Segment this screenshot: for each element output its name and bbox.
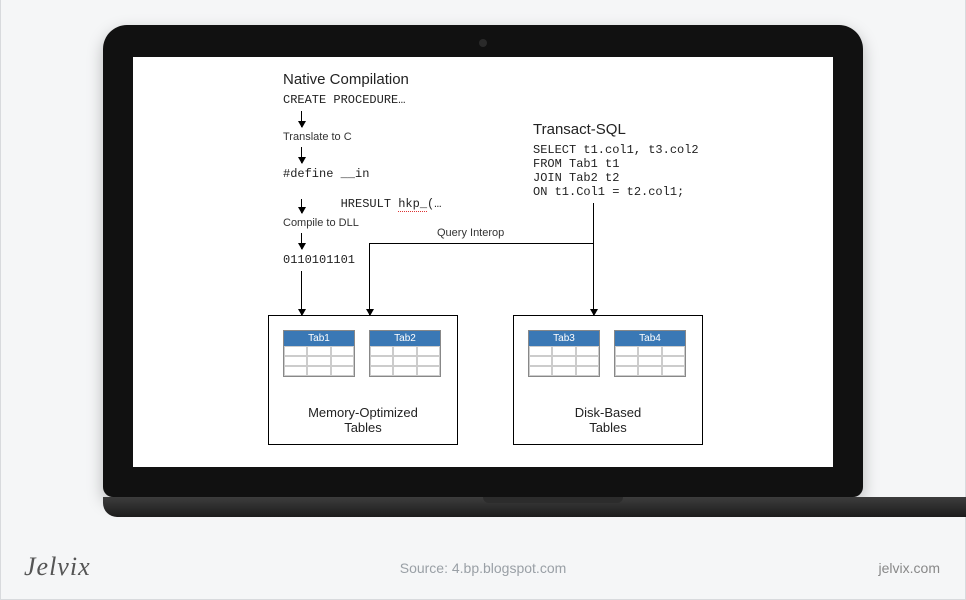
disk-title-line2: Tables (589, 420, 627, 435)
tab2-header: Tab2 (370, 331, 440, 346)
tab4-mini-table: Tab4 (614, 330, 686, 377)
compile-to-dll-label: Compile to DLL (283, 217, 359, 229)
native-compilation-heading: Native Compilation (283, 71, 409, 88)
disk-based-group: Tab3 Tab4 Disk-Based (513, 315, 703, 445)
tab2-rows (370, 346, 440, 376)
arrow-1 (301, 111, 302, 127)
laptop-mockup: Native Compilation CREATE PROCEDURE… Tra… (103, 25, 863, 517)
arrow-into-left-box (301, 271, 302, 315)
laptop-lid: Native Compilation CREATE PROCEDURE… Tra… (103, 25, 863, 497)
transact-sql-heading: Transact-SQL (533, 121, 626, 138)
disk-title-line1: Disk-Based (575, 405, 641, 420)
site-link-text: jelvix.com (879, 560, 940, 576)
arrow-2 (301, 147, 302, 163)
hresult-suffix: (… (427, 197, 441, 211)
memory-optimized-group: Tab1 Tab2 Memory-Optim (268, 315, 458, 445)
translate-to-c-label: Translate to C (283, 131, 352, 143)
query-interop-label: Query Interop (433, 227, 508, 239)
interop-horizontal-line (369, 243, 593, 244)
hresult-prefix: HRESULT (341, 197, 399, 211)
tab1-rows (284, 346, 354, 376)
memory-optimized-title: Memory-Optimized Tables (269, 399, 457, 436)
laptop-base (103, 497, 966, 517)
tab2-mini-table: Tab2 (369, 330, 441, 377)
tab3-header: Tab3 (529, 331, 599, 346)
create-procedure-code: CREATE PROCEDURE… (283, 93, 405, 109)
mem-title-line2: Tables (344, 420, 382, 435)
laptop-screen: Native Compilation CREATE PROCEDURE… Tra… (133, 57, 833, 467)
hkp-underlined: hkp_ (398, 197, 427, 212)
binary-code: 0110101101 (283, 253, 355, 269)
tab4-header: Tab4 (615, 331, 685, 346)
disk-based-title: Disk-Based Tables (514, 399, 702, 436)
arrow-into-right-box (593, 243, 594, 315)
sql-line-4: ON t1.Col1 = t2.col1; (533, 185, 684, 201)
mem-title-line1: Memory-Optimized (308, 405, 418, 420)
right-down-segment (593, 203, 594, 243)
tab3-mini-table: Tab3 (528, 330, 600, 377)
arrow-3 (301, 199, 302, 213)
tab3-rows (529, 346, 599, 376)
interop-arrow-to-left-box (369, 243, 370, 315)
brand-logo-text: Jelvix (24, 552, 91, 582)
source-attribution: Source: 4.bp.blogspot.com (400, 560, 567, 576)
laptop-camera (479, 39, 487, 47)
arrow-4 (301, 233, 302, 249)
tab1-header: Tab1 (284, 331, 354, 346)
tab1-mini-table: Tab1 (283, 330, 355, 377)
tab4-rows (615, 346, 685, 376)
